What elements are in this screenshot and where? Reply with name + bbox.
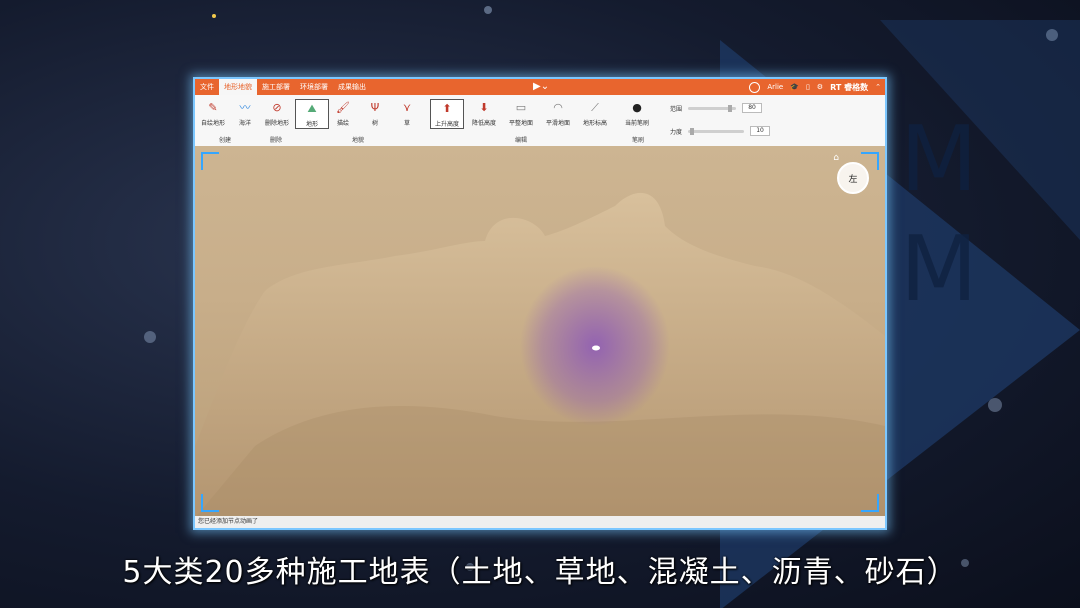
tool-lower-height[interactable]: ⬇ 降低高度 bbox=[468, 101, 500, 127]
tool-paint[interactable]: 🖌 描绘 bbox=[327, 101, 359, 127]
ribbon-toolbar: ✎ 自绘地形 〰 海洋 ⊘ 删除地形 ⛰ 地形 🖌 描绘 Ψ 树 ⋎ 草 ⬆ 上… bbox=[195, 95, 885, 147]
water-icon: 〰 bbox=[239, 101, 251, 114]
tool-smooth[interactable]: ◠ 平滑地面 bbox=[542, 101, 574, 127]
frame-corner-bottom-right bbox=[861, 494, 879, 512]
force-slider-row: 力度 10 bbox=[670, 126, 771, 136]
user-name[interactable]: Arlie bbox=[767, 83, 783, 91]
brush-cursor-icon bbox=[592, 345, 600, 351]
group-label-create: 创建 bbox=[219, 137, 232, 144]
range-slider[interactable] bbox=[688, 104, 737, 112]
view-cube-label: 左 bbox=[848, 174, 858, 185]
3d-terrain-viewport[interactable]: ⌂ 左 bbox=[195, 146, 885, 518]
menu-tab-environment[interactable]: 环境部署 bbox=[295, 79, 333, 95]
down-arrow-icon: ⬇ bbox=[479, 101, 489, 114]
force-slider-thumb[interactable] bbox=[690, 127, 695, 135]
up-arrow-icon: ⬆ bbox=[442, 102, 452, 115]
tool-label: 地形标高 bbox=[582, 120, 607, 127]
title-bar: 文件 地形地貌 施工部署 环境部署 成果输出 ▶⌄ Arlie 🎓 ▯ ⚙ RT… bbox=[195, 79, 885, 95]
tool-tree[interactable]: Ψ 树 bbox=[359, 101, 391, 127]
tool-draw-terrain[interactable]: ✎ 自绘地形 bbox=[197, 101, 229, 127]
play-icon[interactable]: ▶⌄ bbox=[533, 81, 549, 93]
tool-label: 自绘地形 bbox=[200, 120, 225, 127]
menu-tab-file[interactable]: 文件 bbox=[195, 79, 219, 95]
range-slider-thumb[interactable] bbox=[728, 104, 733, 112]
titlebar-right: Arlie 🎓 ▯ ⚙ RT 睿格数 ⌃ bbox=[749, 79, 881, 95]
tool-label: 平滑地面 bbox=[545, 120, 570, 127]
terrain-icon: ⛰ bbox=[307, 102, 317, 115]
tool-delete-terrain[interactable]: ⊘ 删除地形 bbox=[261, 101, 293, 127]
menu-tab-output[interactable]: 成果输出 bbox=[333, 79, 371, 95]
range-label: 范围 bbox=[670, 105, 683, 113]
frame-corner-top-right bbox=[861, 152, 879, 170]
range-value-input[interactable]: 80 bbox=[742, 103, 763, 113]
home-icon[interactable]: ⌂ bbox=[833, 153, 839, 163]
brush-icon: 🖌 bbox=[336, 101, 350, 114]
svg-text:M: M bbox=[900, 107, 978, 212]
document-icon[interactable]: ▯ bbox=[806, 83, 810, 91]
grass-icon: ⋎ bbox=[402, 101, 412, 114]
svg-text:M: M bbox=[900, 217, 978, 322]
elevation-icon: ⟋ bbox=[591, 101, 599, 114]
tool-elevation[interactable]: ⟋ 地形标高 bbox=[579, 101, 611, 127]
force-label: 力度 bbox=[670, 128, 683, 136]
group-label-edit: 编辑 bbox=[515, 137, 528, 144]
gear-icon[interactable]: ⚙ bbox=[817, 83, 823, 91]
chevron-up-icon[interactable]: ⌃ bbox=[875, 83, 881, 91]
tool-label: 地形 bbox=[305, 121, 318, 128]
smooth-icon: ◠ bbox=[553, 101, 563, 114]
tool-label: 平整地面 bbox=[508, 120, 533, 127]
tool-label: 树 bbox=[371, 120, 378, 127]
tool-terrain[interactable]: ⛰ 地形 bbox=[295, 99, 329, 129]
brand-logo: RT 睿格数 bbox=[830, 82, 869, 92]
flatten-icon: ▭ bbox=[515, 101, 527, 114]
tool-label: 草 bbox=[403, 120, 410, 127]
tool-label: 当前笔刷 bbox=[624, 120, 649, 127]
force-value-input[interactable]: 10 bbox=[750, 126, 771, 136]
tool-current-brush[interactable]: ● 当前笔刷 bbox=[621, 101, 653, 127]
terrain-render bbox=[195, 192, 885, 518]
group-label-terrain: 地貌 bbox=[352, 137, 365, 144]
group-label-brush: 笔刷 bbox=[632, 137, 645, 144]
tool-flatten[interactable]: ▭ 平整地面 bbox=[505, 101, 537, 127]
tree-icon: Ψ bbox=[370, 101, 380, 114]
group-label-delete: 删除 bbox=[270, 137, 283, 144]
tool-label: 降低高度 bbox=[471, 120, 496, 127]
brush-dot-icon: ● bbox=[632, 101, 642, 114]
tool-label: 描绘 bbox=[336, 120, 349, 127]
frame-corner-top-left bbox=[201, 152, 219, 170]
video-subtitle: 5大类20多种施工地表（土地、草地、混凝土、沥青、砂石） bbox=[122, 555, 958, 590]
status-bar: 您已经添加节点动画了 bbox=[195, 516, 885, 528]
graduation-cap-icon[interactable]: 🎓 bbox=[790, 83, 799, 91]
tool-label: 上升高度 bbox=[434, 121, 459, 128]
menu-tab-terrain[interactable]: 地形地貌 bbox=[219, 79, 257, 95]
pen-icon: ✎ bbox=[208, 101, 218, 114]
user-avatar-icon[interactable] bbox=[749, 81, 761, 93]
menu-tab-construction[interactable]: 施工部署 bbox=[257, 79, 295, 95]
terrain-editor-window: 文件 地形地貌 施工部署 环境部署 成果输出 ▶⌄ Arlie 🎓 ▯ ⚙ RT… bbox=[193, 77, 887, 530]
tool-label: 海洋 bbox=[238, 120, 251, 127]
delete-icon: ⊘ bbox=[272, 101, 282, 114]
tool-label: 删除地形 bbox=[264, 120, 289, 127]
force-slider[interactable] bbox=[688, 127, 745, 135]
tool-grass[interactable]: ⋎ 草 bbox=[391, 101, 423, 127]
tool-ocean[interactable]: 〰 海洋 bbox=[229, 101, 261, 127]
frame-corner-bottom-left bbox=[201, 494, 219, 512]
range-slider-row: 范围 80 bbox=[670, 103, 763, 113]
tool-raise-height[interactable]: ⬆ 上升高度 bbox=[430, 99, 464, 129]
